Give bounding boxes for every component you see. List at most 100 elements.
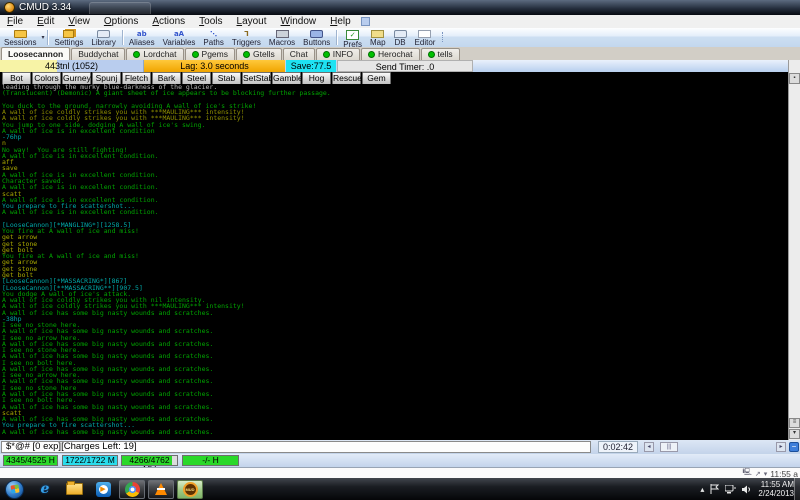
connected-dot-icon	[243, 51, 250, 58]
gauge-label: 4345/4525 H	[4, 456, 57, 465]
variables-icon: aA	[174, 30, 185, 38]
menu-item-window[interactable]: Window	[274, 15, 324, 28]
splitter-minimize-button[interactable]: −	[789, 442, 799, 452]
chevron-down-icon[interactable]: ▾	[41, 34, 44, 41]
connected-dot-icon	[323, 51, 330, 58]
right-scroll-strip[interactable]: ▪ ≡ ▾	[788, 60, 800, 440]
scroll-lines-icon[interactable]: ≡	[789, 418, 800, 428]
macro-button-gurney[interactable]: Gurney	[62, 72, 91, 85]
macro-button-gamble[interactable]: Gamble	[272, 72, 301, 85]
menu-bar: FileEditViewOptionsActionsToolsLayoutWin…	[0, 15, 800, 29]
macro-button-bot[interactable]: Bot	[2, 72, 31, 85]
menu-item-tools[interactable]: Tools	[192, 15, 229, 28]
toolbar-grip[interactable]	[442, 32, 446, 42]
toolbar-separator	[47, 30, 48, 45]
volume-icon[interactable]	[742, 485, 752, 494]
taskbar-cmud-icon[interactable]: MUD	[177, 480, 203, 499]
move-gauge: 4266/4762 MV	[121, 455, 178, 466]
input-clock: 11:55 a	[770, 469, 798, 479]
window-title: CMUD 3.34	[19, 2, 81, 13]
toolbar-button-buttons[interactable]: Buttons	[299, 28, 334, 47]
hscroll-left-icon[interactable]: ◂	[644, 442, 654, 452]
toolbar-button-label: Macros	[269, 38, 295, 47]
session-tab-tells[interactable]: tells	[421, 48, 460, 60]
toolbar-button-db[interactable]: DB	[390, 28, 411, 47]
macro-button-setstab[interactable]: SetStab	[242, 72, 271, 85]
hscroll-right-icon[interactable]: ▸	[776, 442, 786, 452]
toolbar-button-macros[interactable]: Macros	[265, 28, 299, 47]
taskbar-internet-explorer-icon[interactable]: e	[32, 480, 58, 499]
chevron-down-icon[interactable]: ▾	[764, 470, 768, 478]
macro-button-spunj[interactable]: Spunj	[92, 72, 121, 85]
hscroll-thumb[interactable]: |||	[660, 442, 678, 452]
session-tab-info[interactable]: INFO	[316, 48, 360, 60]
toolbar-separator	[336, 30, 337, 45]
menu-item-options[interactable]: Options	[97, 15, 145, 28]
macro-button-bark[interactable]: Bark	[152, 72, 181, 85]
menu-item-view[interactable]: View	[61, 15, 97, 28]
save-gauge: Save:77.5	[286, 60, 336, 72]
taskbar-clock[interactable]: 11:55 AM 2/24/2013	[758, 480, 794, 498]
terminal-line: A wall of ice has some big nasty wounds …	[2, 429, 788, 435]
macro-button-fletch[interactable]: Fletch	[122, 72, 151, 85]
toolbar-button-label: Editor	[415, 38, 436, 47]
session-tab-label: Herochat	[378, 49, 413, 60]
session-tab-lordchat[interactable]: Lordchat	[126, 48, 183, 60]
mud-output-terminal[interactable]: leading through the murky blue-darkness …	[0, 84, 788, 440]
session-tab-pgems[interactable]: Pgems	[185, 48, 235, 60]
macro-button-row: BotColorsGurneySpunjFletchBarkSteelStabS…	[0, 72, 800, 84]
toolbar-button-library[interactable]: Library	[87, 28, 119, 47]
session-tab-gtells[interactable]: Gtells	[236, 48, 282, 60]
session-tab-herochat[interactable]: Herochat	[361, 48, 420, 60]
menu-item-help[interactable]: Help	[323, 15, 358, 28]
menu-item-file[interactable]: File	[0, 15, 30, 28]
toolbar-button-editor[interactable]: Editor	[411, 28, 440, 47]
scroll-down-icon[interactable]: ▾	[789, 429, 800, 439]
toolbar-button-paths[interactable]: ⋱Paths	[199, 28, 227, 47]
macro-button-gem[interactable]: Gem	[362, 72, 391, 85]
vlc-icon	[155, 483, 167, 495]
buttons-icon	[310, 30, 323, 38]
command-input[interactable]: 🖳 ↗ ▾ 11:55 a	[0, 467, 800, 478]
toolbar-button-settings[interactable]: Settings	[50, 28, 87, 47]
connected-dot-icon	[192, 51, 199, 58]
taskbar-chrome-icon[interactable]	[119, 480, 145, 499]
action-center-flag-icon[interactable]	[710, 484, 719, 494]
toolbar-button-map[interactable]: Map	[366, 28, 390, 47]
toolbar-button-sessions[interactable]: Sessions	[0, 28, 40, 47]
toolbar-button-triggers[interactable]: ΓTriggers	[228, 28, 265, 47]
macro-button-stab[interactable]: Stab	[212, 72, 241, 85]
hidden-icons-chevron[interactable]: ▴	[700, 485, 704, 494]
toolbar: Sessions▾SettingsLibraryabAliasesaAVaria…	[0, 28, 800, 48]
menu-item-actions[interactable]: Actions	[145, 15, 192, 28]
taskbar-vlc-icon[interactable]	[148, 480, 174, 499]
network-icon[interactable]	[725, 485, 736, 494]
show-desktop-button[interactable]	[794, 478, 800, 500]
toolbar-button-prefs[interactable]: ✓Prefs	[339, 28, 366, 47]
title-bar: CMUD 3.34	[0, 0, 800, 15]
session-tab-loosecannon[interactable]: Loosecannon	[1, 47, 70, 60]
macro-button-steel[interactable]: Steel	[182, 72, 211, 85]
menu-item-edit[interactable]: Edit	[30, 15, 61, 28]
menu-grip-icon[interactable]	[361, 17, 370, 26]
taskbar-media-player-icon[interactable]: ▶	[90, 480, 116, 499]
cmud-icon: MUD	[183, 482, 198, 497]
macro-button-colors[interactable]: Colors	[32, 72, 61, 85]
taskbar-explorer-folder-icon[interactable]	[61, 480, 87, 499]
windows-logo-icon	[10, 484, 19, 493]
background-tab[interactable]	[89, 2, 151, 14]
macro-button-hog[interactable]: Hog	[302, 72, 331, 85]
start-button[interactable]	[5, 480, 24, 499]
macro-button-rescue[interactable]: Rescue	[332, 72, 361, 85]
menu-item-layout[interactable]: Layout	[230, 15, 274, 28]
toolbar-button-label: Variables	[163, 38, 196, 47]
session-tab-buddychat[interactable]: Buddychat	[71, 48, 125, 60]
session-tab-chat[interactable]: Chat	[283, 48, 315, 60]
toolbar-button-variables[interactable]: aAVariables	[159, 28, 200, 47]
dock-grip-icon[interactable]: ▪	[789, 73, 800, 84]
library-bubble-icon	[97, 30, 110, 38]
connected-dot-icon	[428, 51, 435, 58]
toolbar-button-aliases[interactable]: abAliases	[125, 28, 159, 47]
toolbar-separator	[122, 30, 123, 45]
settings-books-icon	[63, 30, 74, 38]
